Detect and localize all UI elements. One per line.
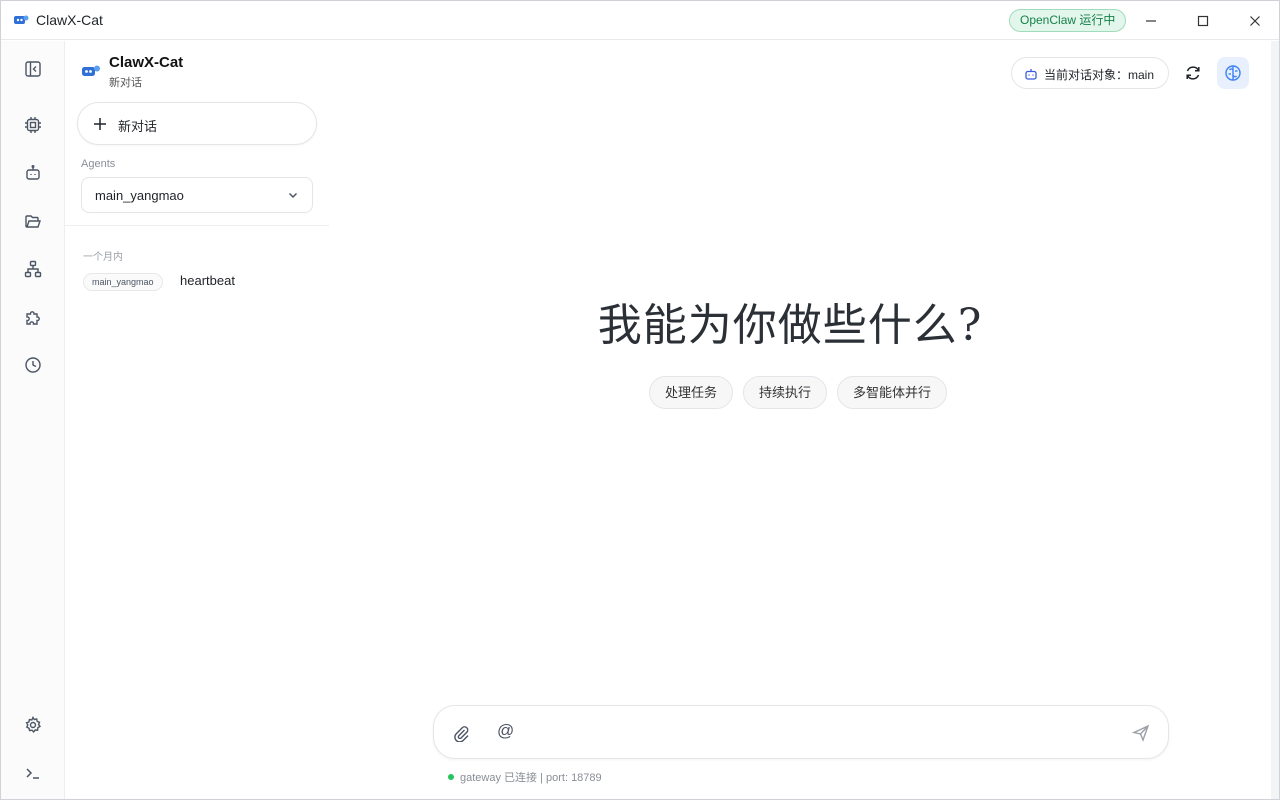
plus-icon (94, 118, 106, 130)
minimize-button[interactable] (1139, 9, 1163, 33)
chevron-down-icon (288, 192, 298, 199)
new-chat-button[interactable]: 新对话 (77, 102, 317, 145)
network-icon (24, 260, 42, 278)
rail-item-terminal[interactable] (21, 761, 45, 785)
agent-select-value: main_yangmao (95, 188, 184, 203)
brain-icon (1225, 65, 1241, 81)
new-chat-label: 新对话 (118, 119, 158, 134)
close-icon (1250, 16, 1260, 26)
rail-item-files[interactable] (21, 209, 45, 233)
conversation-item[interactable]: main_yangmao heartbeat (83, 272, 313, 292)
rail-item-models[interactable] (21, 113, 45, 137)
suggestion-chip[interactable]: 处理任务 (649, 376, 734, 409)
conversation-agent-tag: main_yangmao (83, 273, 163, 291)
brand-logo-icon (82, 65, 100, 76)
icon-rail (1, 41, 65, 799)
window-title: ClawX-Cat (36, 12, 103, 28)
sidebar: ClawX-Cat 新对话 新对话 Agents main_yangmao 一个… (65, 41, 329, 799)
gateway-status-text: gateway 已连接 | port: 18789 (460, 772, 602, 784)
terminal-icon (26, 768, 39, 779)
gear-icon (25, 716, 42, 733)
scrollbar-track[interactable] (1271, 41, 1279, 799)
online-dot-icon (448, 774, 454, 780)
collapse-sidebar-icon (25, 61, 41, 77)
hero-heading: 我能为你做些什么? (597, 300, 983, 351)
chat-target-label: 当前对话对象：main (1044, 68, 1155, 82)
rail-item-plugins[interactable] (21, 305, 45, 329)
gateway-status: gateway 已连接 | port: 18789 (448, 769, 602, 785)
conversation-title: heartbeat (180, 273, 235, 288)
refresh-button[interactable] (1181, 61, 1205, 85)
maximize-button[interactable] (1191, 9, 1215, 33)
title-bar: ClawX-Cat OpenClaw 运行中 (1, 1, 1279, 40)
refresh-icon (1186, 66, 1200, 80)
agents-label: Agents (81, 158, 116, 170)
sidebar-divider (65, 225, 329, 226)
mention-button[interactable]: @ (497, 721, 514, 741)
app-logo-icon (14, 15, 29, 24)
maximize-icon (1197, 15, 1209, 27)
send-icon[interactable] (1132, 724, 1150, 742)
minimize-icon (1146, 20, 1156, 22)
puzzle-icon (26, 311, 40, 325)
conversation-group-label: 一个月内 (83, 252, 123, 263)
brand-name: ClawX-Cat (109, 54, 184, 71)
agent-select[interactable]: main_yangmao (81, 177, 313, 213)
collapse-sidebar-button[interactable] (21, 57, 45, 81)
folder-icon (25, 215, 41, 228)
brand-subtitle: 新对话 (109, 77, 142, 89)
status-badge: OpenClaw 运行中 (1009, 9, 1127, 32)
paperclip-icon[interactable] (452, 724, 470, 742)
thinking-toggle-button[interactable] (1217, 57, 1249, 89)
suggestion-chip[interactable]: 持续执行 (743, 376, 828, 409)
suggestion-chip[interactable]: 多智能体并行 (837, 376, 948, 409)
chat-main: 当前对话对象：main 我能为你做些什么? 处理任务 持续执行 多智能体并行 @ (329, 41, 1279, 799)
robot-icon (26, 165, 40, 180)
cpu-icon (25, 117, 41, 133)
robot-icon (1025, 69, 1037, 80)
app-window: ClawX-Cat OpenClaw 运行中 ClawX-Cat 新对话 新对话… (0, 0, 1280, 800)
close-button[interactable] (1243, 9, 1267, 33)
chat-target-selector[interactable]: 当前对话对象：main (1011, 57, 1169, 89)
rail-item-agents[interactable] (21, 161, 45, 185)
clock-icon (25, 357, 41, 373)
rail-item-network[interactable] (21, 257, 45, 281)
rail-item-history[interactable] (21, 353, 45, 377)
message-composer[interactable]: @ (433, 705, 1169, 759)
suggestion-chips: 处理任务 持续执行 多智能体并行 (649, 376, 948, 409)
rail-item-settings[interactable] (21, 713, 45, 737)
